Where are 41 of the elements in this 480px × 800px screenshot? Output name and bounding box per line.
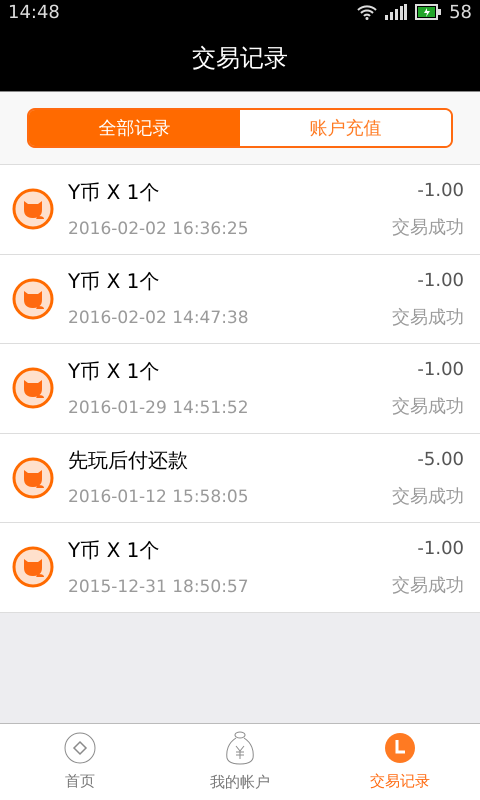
transaction-amount: -1.00 (417, 537, 464, 562)
money-bag-icon (225, 730, 255, 765)
transaction-amount: -1.00 (417, 268, 464, 293)
wifi-icon (357, 4, 378, 20)
transaction-amount: -5.00 (417, 448, 464, 472)
clock-icon (384, 732, 416, 764)
signal-icon (385, 4, 408, 20)
transaction-name: Y币 X 1个 (68, 358, 160, 384)
battery-icon (415, 4, 442, 20)
transaction-amount: -1.00 (417, 358, 464, 382)
nav-tab[interactable]: 我的帐户 (160, 724, 320, 800)
transaction-name: Y币 X 1个 (68, 268, 160, 295)
cat-avatar-icon (12, 456, 54, 499)
status-time: 14:48 (8, 0, 60, 24)
cat-avatar-icon (12, 546, 54, 588)
transaction-time: 2016-01-12 15:58:05 (68, 486, 250, 509)
transaction-row[interactable]: Y币 X 1个 2016-02-02 16:36:25 -1.00 交易成功 (0, 165, 480, 254)
page-title: 交易记录 (192, 42, 288, 74)
transaction-amount: -1.00 (417, 179, 464, 204)
diamond-circle-icon (64, 732, 96, 764)
transaction-status: 交易成功 (392, 395, 464, 420)
transaction-time: 2015-12-31 18:50:57 (68, 576, 250, 598)
transaction-row[interactable]: 先玩后付还款 2016-01-12 15:58:05 -5.00 交易成功 (0, 434, 480, 523)
transaction-row[interactable]: Y币 X 1个 2016-01-29 14:51:52 -1.00 交易成功 (0, 344, 480, 434)
transaction-status: 交易成功 (392, 216, 464, 240)
transaction-time: 2016-01-29 14:51:52 (68, 396, 250, 420)
cat-avatar-icon (12, 188, 54, 230)
transaction-row[interactable]: Y币 X 1个 2016-02-02 14:47:38 -1.00 交易成功 (0, 254, 480, 344)
nav-tab[interactable]: 首页 (0, 724, 160, 800)
transaction-time: 2016-02-02 14:47:38 (68, 307, 250, 330)
transaction-status: 交易成功 (392, 574, 464, 598)
transaction-name: Y币 X 1个 (68, 536, 160, 564)
transaction-time: 2016-02-02 16:36:25 (68, 218, 250, 240)
transaction-status: 交易成功 (392, 484, 464, 509)
transaction-name: 先玩后付还款 (68, 447, 189, 474)
transaction-status: 交易成功 (392, 306, 464, 330)
cat-avatar-icon (12, 367, 54, 410)
battery-level: 58 (449, 0, 472, 24)
cat-avatar-icon (12, 278, 54, 320)
transaction-name: Y币 X 1个 (68, 178, 160, 206)
transaction-row[interactable]: Y币 X 1个 2015-12-31 18:50:57 -1.00 交易成功 (0, 523, 480, 612)
